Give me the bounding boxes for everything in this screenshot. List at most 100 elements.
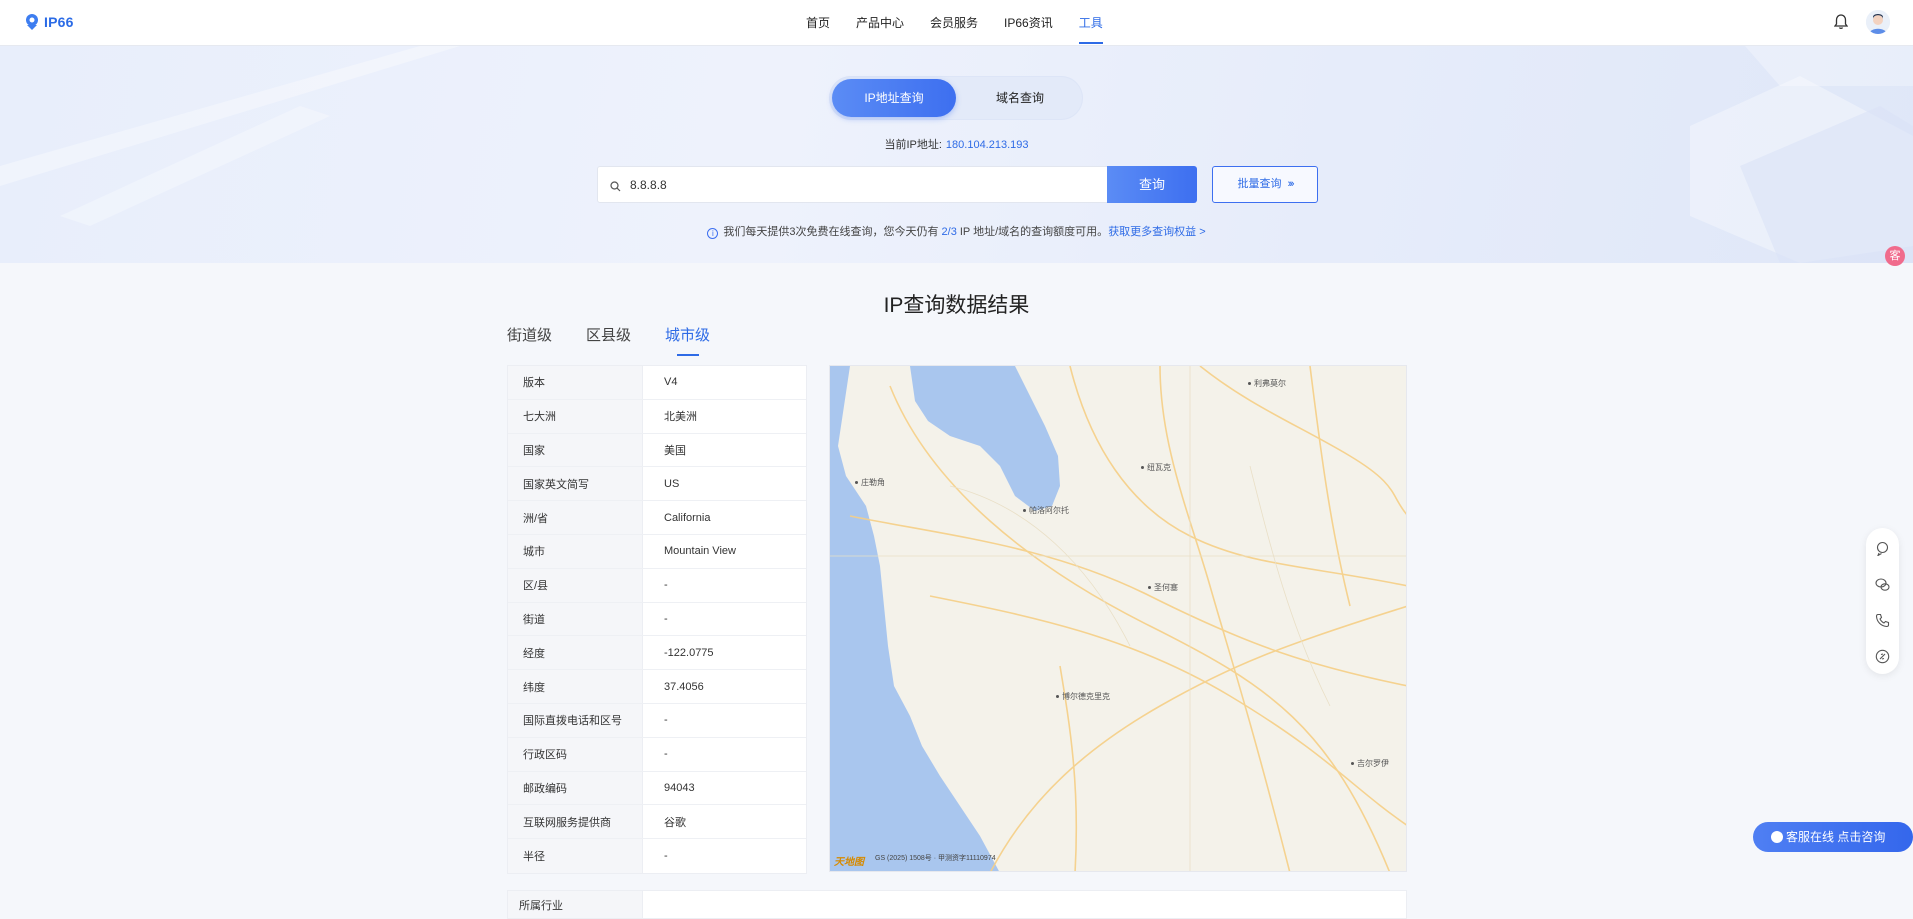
tab-street-level[interactable]: 街道级 [507, 324, 552, 356]
row-key: 版本 [508, 366, 643, 399]
info-icon: i [707, 228, 719, 239]
map-label: 庄勒角 [855, 477, 885, 488]
precision-tabs: 街道级 区县级 城市级 [507, 324, 744, 356]
table-row: 互联网服务提供商 谷歌 [508, 805, 806, 840]
bell-icon[interactable] [1833, 14, 1849, 30]
ip-search-input[interactable] [630, 167, 1090, 202]
search-hero: IP地址查询 域名查询 当前IP地址:180.104.213.193 查询 批量… [0, 46, 1913, 263]
map-label: 圣何塞 [1148, 582, 1178, 593]
batch-query-label: 批量查询 [1237, 178, 1282, 190]
row-value: -122.0775 [664, 646, 714, 659]
site-logo[interactable]: IP66 [24, 13, 74, 31]
row-value: 37.4056 [664, 680, 704, 693]
table-row: 城市 Mountain View [508, 534, 806, 569]
row-value: 谷歌 [664, 816, 686, 829]
row-key: 行政区码 [508, 737, 643, 771]
main-nav: 首页 产品中心 会员服务 IP66资讯 工具 [806, 0, 1129, 46]
phone-icon[interactable] [1875, 613, 1890, 628]
row-key: 城市 [508, 534, 643, 568]
ip-info-table: 版本 V4 七大洲 北美洲 国家 美国 国家英文简写 US 洲/省 California … [507, 365, 807, 874]
row-key: 区/县 [508, 568, 643, 602]
logo-icon [24, 13, 40, 31]
current-ip-line: 当前IP地址: 180.104.213.193 [0, 136, 1913, 152]
row-key: 经度 [508, 636, 643, 670]
row-value: - [664, 714, 668, 727]
current-ip-value: 180.104.213.193 [945, 139, 1029, 151]
table-row: 经度 -122.0775 [508, 636, 806, 671]
customer-service-label: 客服在线 点击咨询 [1786, 830, 1886, 844]
tab-domain-query[interactable]: 域名查询 [961, 79, 1079, 117]
headset-icon [1771, 831, 1783, 843]
location-map[interactable]: 利弗莫尔 纽瓦克 庄勒角 帕洛阿尔托 圣何塞 博尔德克里克 吉尔罗伊 天地图 G… [829, 365, 1407, 872]
side-badge-icon[interactable]: 客 [1885, 246, 1905, 266]
row-value: V4 [664, 376, 678, 389]
more-benefits-link[interactable]: 获取更多查询权益 > [1108, 226, 1205, 238]
row-key: 国家英文简写 [508, 467, 643, 501]
row-value: 北美洲 [664, 411, 697, 424]
wechat-icon[interactable] [1875, 577, 1890, 592]
row-value: 美国 [664, 444, 686, 457]
avatar[interactable] [1866, 10, 1890, 34]
tab-city-level[interactable]: 城市级 [665, 324, 710, 356]
search-box [597, 166, 1108, 203]
map-label: 博尔德克里克 [1056, 691, 1110, 702]
map-canvas [830, 366, 1406, 871]
query-button[interactable]: 查询 [1107, 166, 1197, 203]
nav-products[interactable]: 产品中心 [856, 0, 904, 46]
row-key: 纬度 [508, 670, 643, 703]
map-label: 帕洛阿尔托 [1023, 505, 1069, 516]
row-value: California [664, 511, 711, 524]
row-key: 七大洲 [508, 399, 643, 433]
current-ip-label: 当前IP地址: [884, 139, 942, 151]
table-row: 国家英文简写 US [508, 467, 806, 502]
row-key: 国家 [508, 433, 643, 467]
table-row: 区/县 - [508, 568, 806, 603]
row-key: 国际直拨电话和区号 [508, 703, 643, 737]
batch-query-button[interactable]: 批量查询 ››› [1212, 166, 1318, 203]
row-key: 洲/省 [508, 501, 643, 534]
row-key: 半径 [508, 839, 643, 873]
notice-remaining: 2/3 [941, 226, 957, 238]
quota-notice: i 我们每天提供3次免费在线查询，您今天仍有 2/3 IP 地址/域名的查询额度可… [0, 223, 1913, 239]
chat-icon[interactable] [1875, 541, 1890, 557]
link-icon[interactable] [1875, 649, 1890, 664]
table-row: 邮政编码 94043 [508, 771, 806, 806]
map-label: 吉尔罗伊 [1351, 758, 1389, 769]
floating-toolbar [1866, 528, 1899, 674]
table-row: 洲/省 California [508, 501, 806, 535]
table-row: 国家 美国 [508, 433, 806, 468]
row-key: 互联网服务提供商 [508, 805, 643, 839]
logo-text: IP66 [44, 14, 74, 30]
result-title: IP查询数据结果 [883, 294, 1030, 317]
table-row: 纬度 37.4056 [508, 670, 806, 704]
nav-tools[interactable]: 工具 [1078, 0, 1103, 46]
row-key: 街道 [508, 602, 643, 636]
table-row: 街道 - [508, 602, 806, 637]
row-key: 邮政编码 [508, 771, 643, 805]
table-row: 国际直拨电话和区号 - [508, 703, 806, 738]
table-row: 版本 V4 [508, 366, 806, 400]
table-row: 行政区码 - [508, 737, 806, 772]
nav-home[interactable]: 首页 [806, 0, 830, 46]
row-value: 94043 [664, 781, 695, 794]
nav-news[interactable]: IP66资讯 [1004, 0, 1053, 46]
tab-district-level[interactable]: 区县级 [586, 324, 631, 356]
row-value: US [664, 477, 680, 490]
row-value: - [664, 748, 668, 761]
map-label: 利弗莫尔 [1248, 378, 1286, 389]
nav-membership[interactable]: 会员服务 [930, 0, 978, 46]
row-key: 所属行业 [508, 891, 643, 918]
chevrons-right-icon: ››› [1287, 178, 1295, 190]
row-value: Mountain View [664, 545, 736, 558]
table-row: 七大洲 北美洲 [508, 399, 806, 434]
tab-ip-query[interactable]: IP地址查询 [832, 79, 956, 117]
row-value: - [664, 612, 668, 625]
top-header: IP66 首页 产品中心 会员服务 IP66资讯 工具 [0, 0, 1913, 46]
query-type-toggle: IP地址查询 域名查询 [829, 76, 1083, 120]
customer-service-button[interactable]: 客服在线 点击咨询 [1753, 822, 1913, 852]
search-icon [610, 179, 621, 192]
notice-suffix: IP 地址/域名的查询额度可用。 [959, 226, 1109, 238]
map-label: 纽瓦克 [1141, 462, 1171, 473]
notice-prefix: 我们每天提供3次免费在线查询，您今天仍有 [723, 226, 939, 238]
table-row-industry: 所属行业 [507, 890, 1407, 919]
